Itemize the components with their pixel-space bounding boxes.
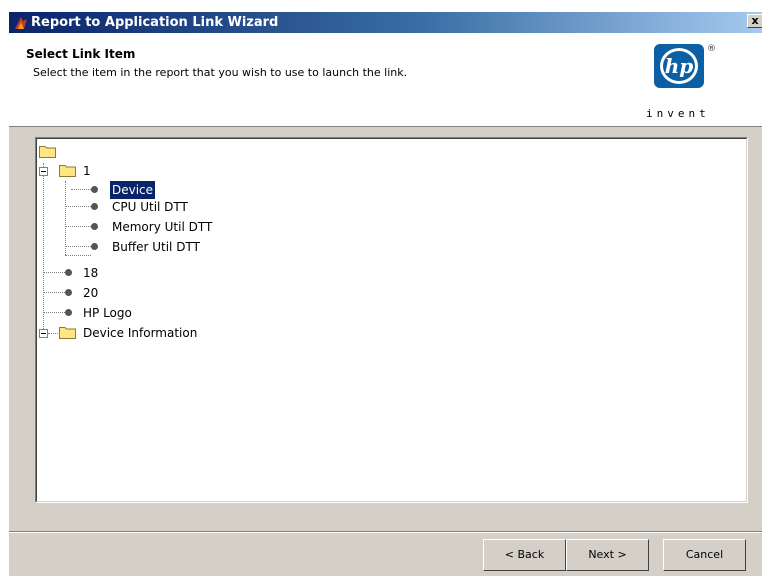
cancel-button[interactable]: Cancel — [663, 539, 746, 571]
title-bar[interactable]: Report to Application Link Wizard x — [9, 12, 762, 33]
tree-item-label: Buffer Util DTT — [112, 240, 200, 254]
folder-icon — [59, 327, 76, 339]
tree-item-label: 1 — [83, 164, 91, 178]
tree-item-label: CPU Util DTT — [112, 200, 188, 214]
leaf-bullet-icon — [91, 223, 98, 230]
leaf-bullet-icon — [91, 203, 98, 210]
close-icon: x — [751, 14, 759, 27]
leaf-bullet-icon — [65, 309, 72, 316]
close-button[interactable]: x — [747, 14, 762, 28]
app-icon — [15, 17, 27, 29]
registered-mark: ® — [707, 44, 716, 54]
step-title: Select Link Item — [26, 47, 136, 61]
leaf-bullet-icon — [91, 186, 98, 193]
folder-icon — [39, 146, 56, 158]
tree-item-label: 20 — [83, 286, 99, 300]
collapse-icon[interactable] — [39, 329, 48, 338]
wizard-header: Select Link Item Select the item in the … — [9, 33, 762, 127]
hp-logo-mark: hp — [654, 44, 704, 88]
tree-item-label: Memory Util DTT — [112, 220, 213, 234]
leaf-bullet-icon — [65, 269, 72, 276]
hp-tagline: invent — [646, 107, 710, 120]
window-title: Report to Application Link Wizard — [31, 15, 279, 30]
tree-item-label: HP Logo — [83, 306, 132, 320]
back-button[interactable]: < Back — [483, 539, 566, 571]
hp-logo-text: hp — [665, 54, 694, 78]
link-item-tree[interactable]: 1 Device CPU Util DTT Memory Util DTT Bu… — [35, 137, 748, 503]
tree-item-label: Device Information — [83, 326, 198, 340]
folder-icon — [59, 165, 76, 177]
tree-item-label: 18 — [83, 266, 99, 280]
footer-separator — [9, 531, 762, 533]
leaf-bullet-icon — [65, 289, 72, 296]
leaf-bullet-icon — [91, 243, 98, 250]
collapse-icon[interactable] — [39, 167, 48, 176]
tree-item-label: Device — [108, 180, 157, 200]
wizard-window: Report to Application Link Wizard x Sele… — [8, 12, 762, 576]
next-button[interactable]: Next > — [566, 539, 649, 571]
hp-logo: hp ® invent — [646, 44, 726, 124]
step-description: Select the item in the report that you w… — [33, 66, 408, 79]
